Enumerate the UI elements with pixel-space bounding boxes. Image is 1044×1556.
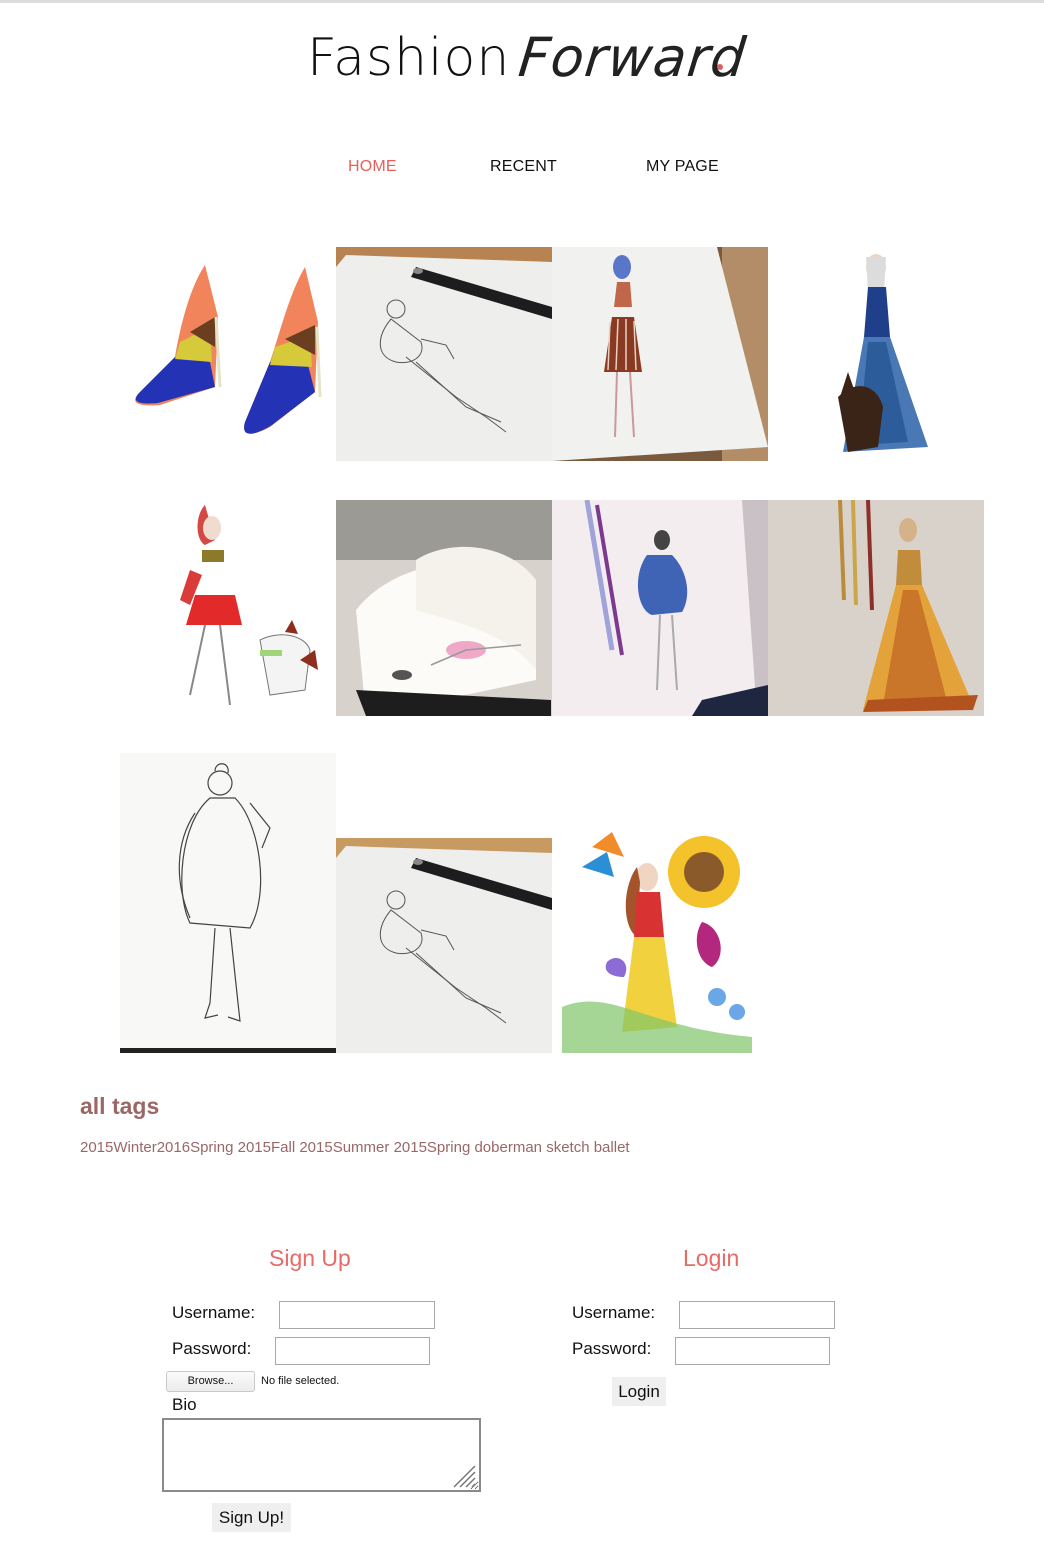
logo-accent-dot (717, 64, 723, 70)
signup-title: Sign Up (269, 1245, 351, 1271)
heels-illustration (120, 247, 336, 461)
blue-fur-coat-sketch (552, 500, 768, 716)
gallery-image[interactable] (120, 500, 336, 716)
tags-heading: all tags (80, 1093, 160, 1119)
ink-fur-coat-sketch (120, 753, 336, 1053)
tag-link[interactable]: 2015Fall (238, 1139, 296, 1156)
login-password-input[interactable] (675, 1337, 830, 1365)
tag-link[interactable]: 2015Spring (394, 1139, 471, 1156)
blue-gown-doberman (768, 247, 984, 461)
signup-password-input[interactable] (275, 1337, 430, 1365)
top-border (0, 0, 1044, 3)
login-password-label: Password: (572, 1339, 652, 1358)
red-skirt-dog (120, 500, 336, 716)
login-title: Login (683, 1245, 740, 1271)
gallery-image[interactable] (768, 247, 984, 461)
login-submit-button[interactable]: Login (612, 1377, 666, 1406)
flower-girl-illustration (552, 827, 768, 1053)
site-logo[interactable]: Fashion Forward (307, 26, 750, 98)
gallery-image[interactable] (120, 247, 336, 461)
file-status-text: No file selected. (261, 1375, 340, 1387)
nav-home[interactable]: HOME (348, 158, 397, 176)
login-username-input[interactable] (679, 1301, 835, 1329)
tag-link[interactable]: doberman (474, 1139, 542, 1156)
logo-text-fashion: Fashion (307, 28, 511, 88)
tag-link[interactable]: 2015Winter (80, 1139, 157, 1156)
bio-textarea[interactable] (162, 1418, 481, 1492)
nav-my-page[interactable]: MY PAGE (646, 158, 719, 176)
gallery-image[interactable] (768, 500, 984, 716)
nav-recent[interactable]: RECENT (490, 158, 557, 176)
signup-submit-button[interactable]: Sign Up! (212, 1503, 291, 1532)
gallery-image[interactable] (336, 247, 552, 461)
notebook-sketch-photo (336, 838, 552, 1053)
yellow-gown-pencils (768, 500, 984, 716)
tag-list: 2015Winter2016Spring 2015Fall 2015Summer… (80, 1139, 630, 1156)
bio-label: Bio (172, 1395, 197, 1414)
signup-password-label: Password: (172, 1339, 252, 1358)
striped-skirt-photo (552, 247, 768, 461)
tag-link[interactable]: 2016Spring (157, 1139, 234, 1156)
signup-username-input[interactable] (279, 1301, 435, 1329)
gallery-image[interactable] (336, 838, 552, 1053)
file-browse-button[interactable]: Browse... (166, 1371, 255, 1392)
gallery-image[interactable] (552, 827, 768, 1053)
signup-username-label: Username: (172, 1303, 256, 1322)
gallery-image[interactable] (336, 500, 552, 716)
main-nav: HOME RECENT MY PAGE (0, 158, 1044, 180)
tag-link[interactable]: ballet (594, 1139, 630, 1156)
tag-link[interactable]: 2015Summer (299, 1139, 389, 1156)
ballet-sketchbook (336, 500, 552, 716)
gallery-image[interactable] (120, 753, 336, 1053)
login-username-label: Username: (572, 1303, 656, 1322)
logo-text-forward: Forward (515, 26, 750, 89)
gallery-image[interactable] (552, 500, 768, 716)
resize-grip-icon[interactable] (450, 1462, 476, 1488)
gallery-image[interactable] (552, 247, 768, 461)
notebook-sketch-photo (336, 247, 552, 461)
tag-link[interactable]: sketch (546, 1139, 589, 1156)
